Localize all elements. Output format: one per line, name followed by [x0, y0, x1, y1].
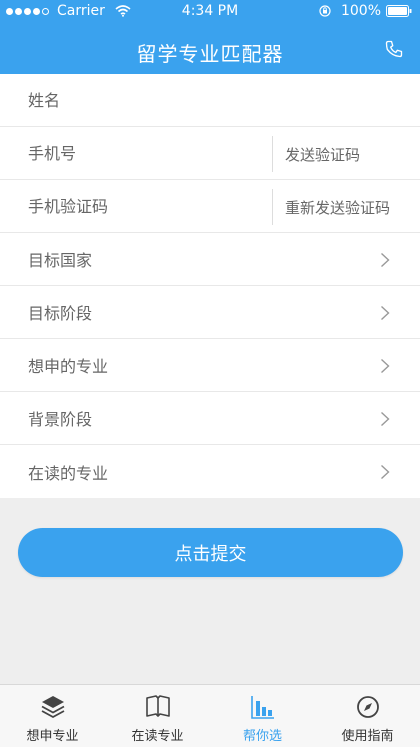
background-stage-row[interactable]: 背景阶段	[0, 392, 420, 445]
target-country-label: 目标国家	[28, 251, 93, 270]
send-code-button[interactable]: 发送验证码	[272, 136, 420, 172]
target-stage-label: 目标阶段	[28, 304, 93, 323]
tab-label: 在读专业	[131, 729, 184, 744]
app-header: Carrier 4:34 PM 100% 留学专业匹配器	[0, 0, 420, 74]
tab-label: 使用指南	[341, 729, 394, 744]
tab-label: 想申专业	[26, 729, 79, 744]
desired-major-row[interactable]: 想申的专业	[0, 339, 420, 392]
background-stage-label: 背景阶段	[28, 410, 93, 429]
chevron-right-icon	[381, 252, 390, 268]
current-major-label: 在读的专业	[28, 463, 109, 483]
code-row: 重新发送验证码	[0, 180, 420, 233]
bar-chart-icon	[250, 696, 274, 719]
tab-user-guide[interactable]: 使用指南	[315, 685, 420, 747]
chevron-right-icon	[381, 464, 390, 480]
compass-icon	[356, 696, 379, 718]
status-right: 100%	[319, 3, 412, 19]
phone-input[interactable]	[28, 143, 248, 163]
target-country-row[interactable]: 目标国家	[0, 233, 420, 286]
tab-label: 帮你选	[242, 729, 282, 744]
layers-icon	[41, 696, 64, 719]
chevron-right-icon	[381, 411, 390, 427]
phone-row: 发送验证码	[0, 127, 420, 180]
battery-percentage: 100%	[340, 3, 381, 19]
tab-bar: 想申专业 在读专业 帮你选 使用指南	[0, 684, 420, 747]
book-icon	[145, 695, 170, 717]
current-major-row[interactable]: 在读的专业	[0, 445, 420, 498]
name-row	[0, 74, 420, 127]
rotation-lock-icon	[319, 5, 331, 17]
page-title: 留学专业匹配器	[136, 42, 284, 66]
verification-code-input[interactable]	[28, 196, 248, 216]
chevron-right-icon	[381, 305, 390, 321]
tab-desired-major[interactable]: 想申专业	[0, 685, 105, 747]
resend-code-button[interactable]: 重新发送验证码	[272, 189, 420, 225]
target-stage-row[interactable]: 目标阶段	[0, 286, 420, 339]
chevron-right-icon	[381, 358, 390, 374]
application-form: 发送验证码 重新发送验证码 目标国家 目标阶段 想申的专业 背景阶段 在读的专业	[0, 74, 420, 498]
tab-help-choose[interactable]: 帮你选	[210, 685, 315, 747]
status-bar: Carrier 4:34 PM 100%	[0, 0, 420, 22]
battery-icon	[386, 5, 412, 17]
name-input[interactable]	[28, 90, 248, 110]
submit-button[interactable]: 点击提交	[18, 528, 403, 577]
phone-icon[interactable]	[384, 39, 404, 59]
desired-major-label: 想申的专业	[28, 357, 109, 376]
tab-current-major[interactable]: 在读专业	[105, 685, 210, 747]
